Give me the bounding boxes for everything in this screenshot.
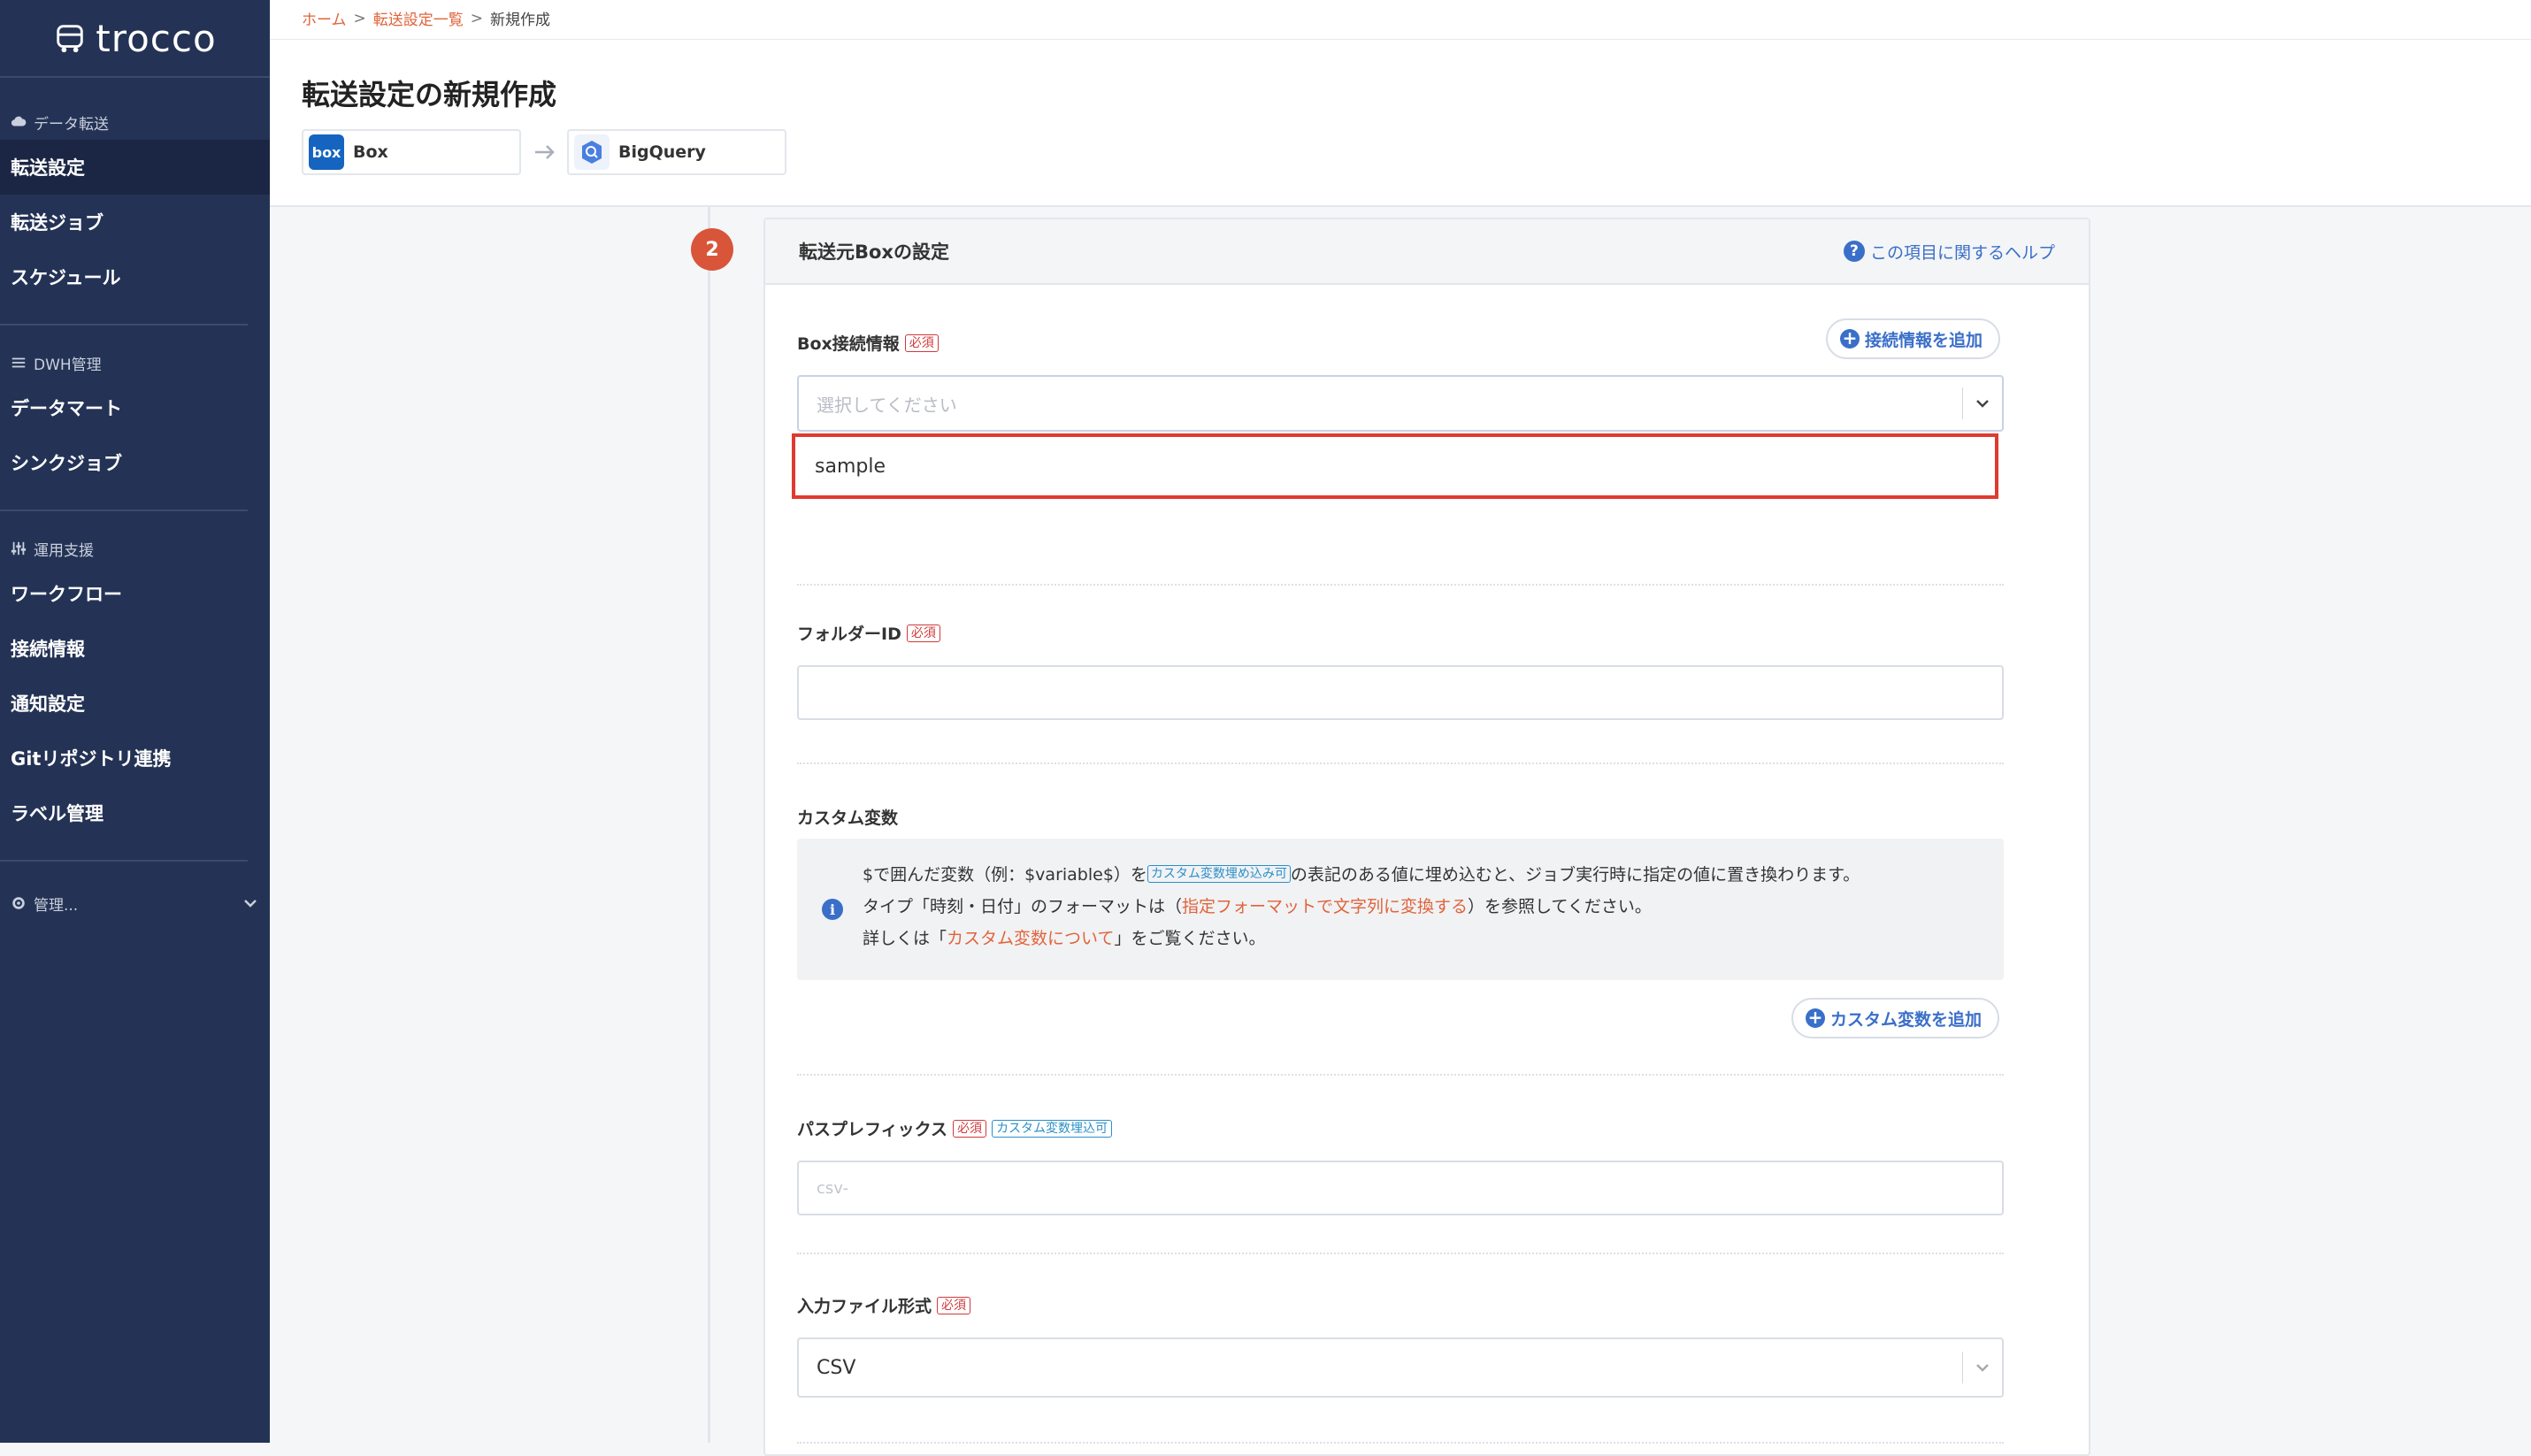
path-prefix-input[interactable]: csv- — [797, 1161, 2004, 1215]
info-line-2: タイプ「時刻・日付」のフォーマットは（ 指定フォーマットで文字列に変換する ）を… — [863, 893, 1652, 917]
sidebar-item-transfer-settings[interactable]: 転送設定 — [0, 140, 270, 195]
folder-id-label: フォルダーID 必須 — [797, 621, 940, 645]
plus-circle-icon: + — [1806, 1008, 1825, 1028]
app-name: trocco — [96, 16, 217, 60]
custom-vars-doc-link[interactable]: カスタム変数について — [947, 925, 1114, 949]
sidebar-item-datamart[interactable]: データマート — [0, 380, 270, 435]
sidebar-item-notifications[interactable]: 通知設定 — [0, 676, 270, 731]
custom-vars-label: カスタム変数 — [797, 808, 899, 828]
destination-label: BigQuery — [618, 142, 706, 162]
cloud-icon — [11, 116, 27, 126]
breadcrumb-current: 新規作成 — [490, 11, 550, 29]
breadcrumb-transfer-list[interactable]: 転送設定一覧 — [373, 7, 464, 29]
sidebar-section-ops: 運用支援 — [0, 531, 270, 566]
sidebar: trocco データ転送 転送設定 転送ジョブ スケジュール DWH管理 データ… — [0, 0, 270, 1443]
sidebar-admin-label: 管理... — [34, 896, 79, 915]
step-timeline — [708, 207, 710, 1443]
info-line-1: $で囲んだ変数（例：$variable$）を カスタム変数埋め込み可 の表記のあ… — [863, 864, 1860, 885]
add-connection-button[interactable]: + 接続情報を追加 — [1826, 318, 2001, 359]
sidebar-item-sync-jobs[interactable]: シンクジョブ — [0, 435, 270, 490]
info-line-3: 詳しくは「 カスタム変数について 」をご覧ください。 — [863, 925, 1265, 949]
sidebar-divider — [0, 324, 248, 326]
section-divider — [797, 584, 2004, 586]
source-label: Box — [353, 142, 388, 162]
sidebar-divider — [0, 860, 248, 862]
destination-connector: BigQuery — [567, 129, 786, 175]
breadcrumb-home[interactable]: ホーム — [302, 7, 347, 29]
section-divider — [797, 762, 2004, 764]
breadcrumb-separator: > — [353, 9, 366, 27]
box-connection-label: Box接続情報 必須 — [797, 331, 939, 355]
path-prefix-label: パスプレフィックス 必須 カスタム変数埋込可 — [797, 1116, 1113, 1140]
custom-var-tag: カスタム変数埋め込み可 — [1147, 864, 1291, 883]
page-header: ホーム > 転送設定一覧 > 新規作成 転送設定の新規作成 box Box Bi… — [270, 0, 2531, 207]
box-connection-select[interactable]: 選択してください — [797, 375, 2004, 432]
breadcrumb-separator: > — [470, 9, 483, 27]
select-value: CSV — [817, 1356, 856, 1379]
sidebar-item-schedule[interactable]: スケジュール — [0, 249, 270, 304]
info-icon: i — [822, 899, 843, 920]
page-title: 転送設定の新規作成 — [302, 78, 557, 111]
list-icon — [12, 357, 26, 368]
source-settings-card: 転送元Boxの設定 ? この項目に関するヘルプ Box接続情報 必須 + 接続情… — [763, 218, 2090, 1456]
custom-var-badge: カスタム変数埋込可 — [992, 1119, 1113, 1138]
sidebar-divider — [0, 510, 248, 511]
required-badge: 必須 — [906, 624, 940, 642]
sidebar-item-connections[interactable]: 接続情報 — [0, 621, 270, 676]
card-header: 転送元Boxの設定 ? この項目に関するヘルプ — [765, 219, 2089, 285]
custom-vars-info-box: i $で囲んだ変数（例：$variable$）を カスタム変数埋め込み可 の表記… — [797, 839, 2004, 980]
step-number: 2 — [691, 228, 733, 271]
chevron-down-icon — [244, 900, 257, 908]
source-connector: box Box — [302, 129, 521, 175]
sliders-icon — [11, 541, 27, 556]
card-title: 転送元Boxの設定 — [799, 241, 949, 263]
required-badge: 必須 — [937, 1296, 971, 1314]
format-conversion-link[interactable]: 指定フォーマットで文字列に変換する — [1182, 893, 1468, 917]
chevron-down-icon[interactable] — [1963, 1359, 2002, 1376]
header-divider — [270, 39, 2531, 40]
help-link-label: この項目に関するヘルプ — [1869, 242, 2055, 263]
trocco-logo-icon — [57, 25, 84, 53]
sidebar-item-labels[interactable]: ラベル管理 — [0, 785, 270, 840]
question-icon: ? — [1843, 241, 1865, 262]
required-badge: 必須 — [953, 1119, 987, 1138]
sidebar-admin-toggle[interactable]: 管理... — [0, 881, 270, 925]
sidebar-item-workflow[interactable]: ワークフロー — [0, 566, 270, 621]
help-link[interactable]: ? この項目に関するヘルプ — [1843, 240, 2055, 264]
required-badge: 必須 — [904, 333, 939, 352]
dropdown-option-sample[interactable]: sample — [792, 433, 1998, 499]
section-divider — [797, 1074, 2004, 1076]
plus-circle-icon: + — [1840, 329, 1860, 349]
folder-id-input[interactable] — [797, 665, 2004, 720]
box-logo-icon: box — [309, 134, 344, 170]
app-logo[interactable]: trocco — [0, 0, 270, 78]
gear-icon — [12, 897, 25, 909]
sidebar-item-transfer-jobs[interactable]: 転送ジョブ — [0, 195, 270, 249]
section-divider — [797, 1253, 2004, 1254]
input-format-label: 入力ファイル形式 必須 — [797, 1293, 971, 1317]
chevron-down-icon[interactable] — [1963, 395, 2002, 412]
sidebar-item-git[interactable]: Gitリポジトリ連携 — [0, 731, 270, 785]
bigquery-logo-icon — [574, 134, 610, 170]
arrow-right-icon — [535, 145, 555, 159]
input-format-select[interactable]: CSV — [797, 1337, 2004, 1398]
sidebar-section-data-transfer: データ転送 — [0, 104, 270, 140]
select-placeholder: 選択してください — [817, 394, 957, 416]
main-content: 2 転送元Boxの設定 ? この項目に関するヘルプ Box接続情報 必須 + 接… — [270, 207, 2531, 1456]
add-custom-var-button[interactable]: + カスタム変数を追加 — [1791, 998, 2000, 1038]
breadcrumb: ホーム > 転送設定一覧 > 新規作成 — [302, 7, 550, 30]
section-divider — [797, 1442, 2004, 1444]
sidebar-section-dwh: DWH管理 — [0, 345, 270, 380]
